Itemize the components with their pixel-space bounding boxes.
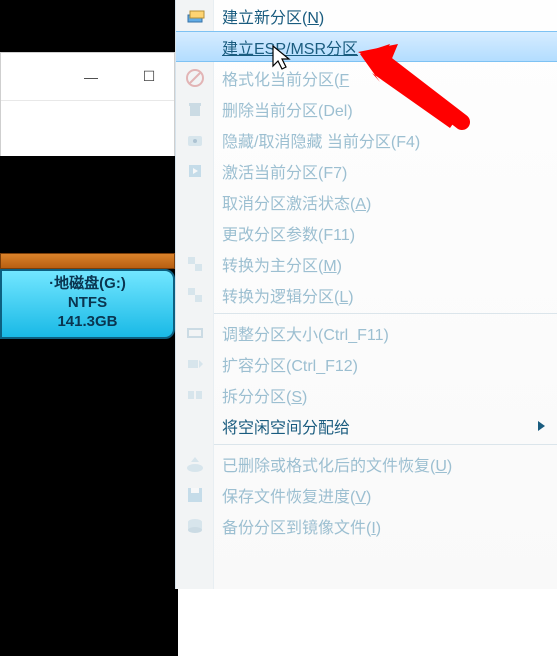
menu-item-4: 隐藏/取消隐藏 当前分区(F4) [176, 124, 557, 155]
menu-item-13: 拆分分区(S) [176, 379, 557, 410]
menu-item-11: 调整分区大小(Ctrl_F11) [176, 317, 557, 348]
save-icon [184, 484, 206, 506]
disk-label: ·地磁盘(G:) [2, 275, 173, 294]
disk-header-strip [0, 253, 175, 269]
menu-item-label: 拆分分区(S) [222, 383, 307, 407]
convert-icon [184, 253, 206, 275]
split-icon [184, 384, 206, 406]
menu-item-label: 转换为逻辑分区(L) [222, 283, 354, 307]
menu-item-label: 转换为主分区(M) [222, 252, 342, 276]
blank-icon [184, 222, 206, 244]
menu-item-8: 转换为主分区(M) [176, 248, 557, 279]
blank-icon [184, 36, 206, 58]
layers-icon [184, 5, 206, 27]
menu-item-label: 已删除或格式化后的文件恢复(U) [222, 452, 452, 476]
disk-fs: NTFS [2, 294, 173, 313]
recover-icon [184, 453, 206, 475]
menu-item-9: 转换为逻辑分区(L) [176, 279, 557, 310]
delete-icon [184, 98, 206, 120]
menu-item-label: 格式化当前分区(F [222, 66, 349, 90]
menu-item-18: 备份分区到镜像文件(I) [176, 510, 557, 541]
menu-item-17: 保存文件恢复进度(V) [176, 479, 557, 510]
activate-icon [184, 160, 206, 182]
menu-item-5: 激活当前分区(F7) [176, 155, 557, 186]
menu-item-label: 删除当前分区(Del) [222, 97, 353, 121]
menu-item-label: 隐藏/取消隐藏 当前分区(F4) [222, 128, 420, 152]
minimize-button[interactable]: — [76, 65, 106, 89]
chevron-right-icon [538, 421, 545, 431]
convert-icon [184, 284, 206, 306]
maximize-button[interactable]: ☐ [134, 65, 164, 89]
left-pane: — ☐ ·地磁盘(G:) NTFS 141.3GB [0, 0, 175, 589]
menu-separator [214, 313, 557, 314]
blank-icon [184, 191, 206, 213]
menu-item-label: 扩容分区(Ctrl_F12) [222, 352, 358, 376]
menu-item-0[interactable]: 建立新分区(N) [176, 0, 557, 31]
menu-separator [214, 444, 557, 445]
disk-size: 141.3GB [2, 313, 173, 332]
menu-item-3: 删除当前分区(Del) [176, 93, 557, 124]
disk-partition-box[interactable]: ·地磁盘(G:) NTFS 141.3GB [0, 269, 175, 339]
context-menu: 建立新分区(N) 建立ESP/MSR分区格式化当前分区(F 删除当前分区(Del) 隐… [175, 0, 557, 589]
left-black-top [0, 0, 175, 52]
menu-item-label: 取消分区激活状态(A) [222, 190, 371, 214]
left-black-body [0, 156, 178, 656]
backup-icon [184, 515, 206, 537]
menu-item-label: 备份分区到镜像文件(I) [222, 514, 381, 538]
menu-item-1[interactable]: 建立ESP/MSR分区 [176, 31, 557, 62]
blank-icon [184, 415, 206, 437]
menu-item-14[interactable]: 将空闲空间分配给 [176, 410, 557, 441]
expand-icon [184, 353, 206, 375]
menu-item-6: 取消分区激活状态(A) [176, 186, 557, 217]
menu-item-label: 保存文件恢复进度(V) [222, 483, 371, 507]
menu-item-2: 格式化当前分区(F [176, 62, 557, 93]
menu-item-label: 建立新分区(N) [222, 4, 324, 28]
menu-item-label: 调整分区大小(Ctrl_F11) [222, 321, 389, 345]
menu-item-label: 激活当前分区(F7) [222, 159, 347, 183]
menu-item-7: 更改分区参数(F11) [176, 217, 557, 248]
menu-item-label: 建立ESP/MSR分区 [222, 35, 358, 59]
resize-icon [184, 322, 206, 344]
menu-item-16: 已删除或格式化后的文件恢复(U) [176, 448, 557, 479]
title-bar: — ☐ [1, 53, 174, 101]
menu-item-12: 扩容分区(Ctrl_F12) [176, 348, 557, 379]
hide-icon [184, 129, 206, 151]
forbid-icon [184, 67, 206, 89]
menu-item-label: 更改分区参数(F11) [222, 221, 355, 245]
menu-item-label: 将空闲空间分配给 [222, 414, 350, 438]
